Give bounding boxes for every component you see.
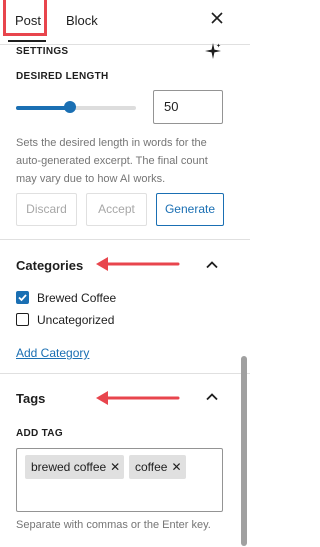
- tag-help-text: Separate with commas or the Enter key.: [16, 519, 211, 531]
- sidebar-tab-bar: Post Block: [0, 0, 250, 45]
- tag-token: brewed coffee ✕: [25, 455, 125, 479]
- help-line: may vary due to how AI works.: [16, 173, 166, 185]
- category-label[interactable]: Brewed Coffee: [37, 291, 116, 305]
- remove-tag-icon[interactable]: ✕: [110, 455, 120, 479]
- annotation-arrow: [96, 257, 180, 271]
- desired-length-input[interactable]: 50: [153, 90, 223, 124]
- add-tag-label: ADD TAG: [16, 428, 63, 439]
- length-slider-thumb[interactable]: [64, 101, 76, 113]
- tab-post[interactable]: Post: [15, 13, 41, 28]
- categories-title[interactable]: Categories: [16, 258, 83, 273]
- active-tab-indicator: [8, 40, 46, 42]
- length-help-text: Sets the desired length in words for the…: [16, 134, 238, 188]
- desired-length-label: DESIRED LENGTH: [16, 71, 109, 82]
- close-icon[interactable]: [207, 10, 227, 30]
- tab-block[interactable]: Block: [66, 13, 98, 28]
- remove-tag-icon[interactable]: ✕: [171, 455, 181, 479]
- settings-heading: SETTINGS: [16, 46, 69, 57]
- help-line: auto-generated excerpt. The final count: [16, 155, 208, 167]
- tags-title[interactable]: Tags: [16, 391, 45, 406]
- annotation-arrow: [96, 391, 180, 405]
- tag-token-label: brewed coffee: [31, 460, 107, 474]
- length-slider-fill: [16, 106, 70, 110]
- discard-button[interactable]: Discard: [16, 193, 77, 226]
- section-divider: [0, 239, 250, 240]
- scrollbar-thumb[interactable]: [241, 356, 247, 546]
- help-line: Sets the desired length in words for the: [16, 137, 207, 149]
- chevron-up-icon[interactable]: [205, 258, 219, 272]
- accept-button[interactable]: Accept: [86, 193, 147, 226]
- category-label[interactable]: Uncategorized: [37, 313, 114, 327]
- chevron-up-icon[interactable]: [205, 390, 219, 404]
- add-category-link[interactable]: Add Category: [16, 346, 89, 360]
- category-checkbox-uncategorized[interactable]: [16, 313, 29, 326]
- sparkle-icon[interactable]: [204, 42, 222, 60]
- tag-token-label: coffee: [135, 460, 168, 474]
- generate-button[interactable]: Generate: [156, 193, 224, 226]
- tag-input-field[interactable]: brewed coffee ✕ coffee ✕: [16, 448, 223, 512]
- section-divider: [0, 373, 250, 374]
- category-checkbox-brewed-coffee[interactable]: [16, 291, 29, 304]
- tag-token: coffee ✕: [129, 455, 186, 479]
